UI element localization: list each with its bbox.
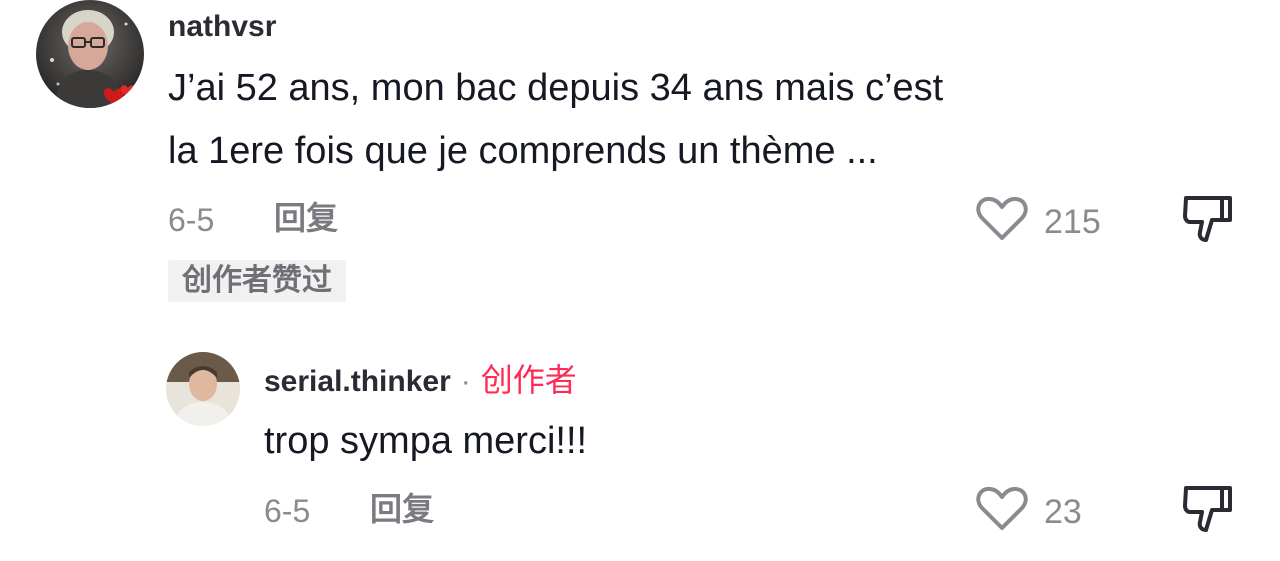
reply-date: 6-5 [264,493,311,529]
avatar[interactable] [36,0,144,108]
creator-label: 创作者 [480,361,577,399]
thumbs-down-outline-icon [1182,196,1234,248]
comment-username[interactable]: nathvsr [168,12,276,42]
heart-outline-icon [976,196,1028,247]
reply-button[interactable]: 回复 [370,493,434,525]
reply-text: trop sympa merci!!! [264,420,588,462]
heart-outline-icon [976,486,1028,537]
reply-username-row: serial.thinker · 创作者 [264,364,577,397]
reply-button[interactable]: 回复 [274,202,338,234]
comment-text: J’ai 52 ans, mon bac depuis 34 ans mais … [168,57,943,183]
like-count: 215 [1044,202,1101,241]
reply-item: serial.thinker · 创作者 trop sympa merci!!! 6… [0,340,1280,561]
comment-text-line: J’ai 52 ans, mon bac depuis 34 ans mais … [168,67,944,109]
avatar[interactable] [166,352,240,426]
dislike-button[interactable] [1182,484,1234,539]
thumbs-down-outline-icon [1182,486,1234,538]
reply-username[interactable]: serial.thinker [264,365,451,398]
comment-date: 6-5 [168,202,215,238]
like-button[interactable]: 23 [976,486,1082,537]
comment-item: nathvsr J’ai 52 ans, mon bac depuis 34 a… [0,0,1280,320]
like-button[interactable]: 215 [976,196,1101,247]
like-count: 23 [1044,492,1082,531]
separator-dot: · [460,365,471,398]
creator-liked-badge: 创作者赞过 [168,260,346,302]
dislike-button[interactable] [1182,194,1234,249]
comment-text-line: la 1ere fois que je comprends un thème .… [168,130,878,172]
